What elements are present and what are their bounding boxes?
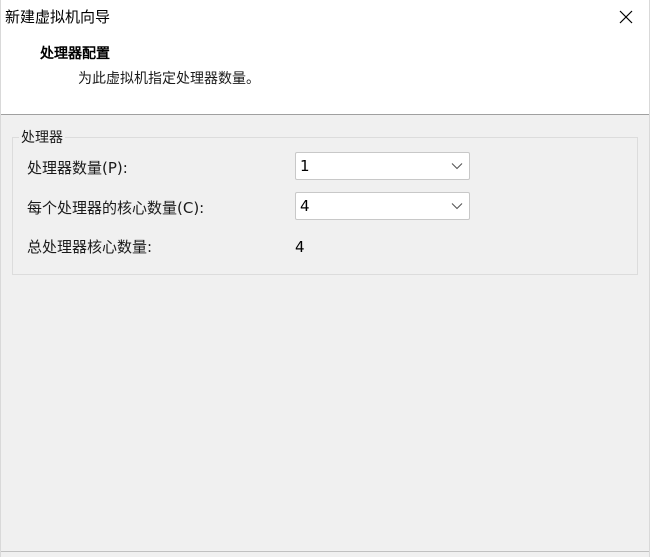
total-cores-value: 4 bbox=[295, 238, 305, 256]
total-cores-label: 总处理器核心数量: bbox=[27, 238, 153, 256]
cores-per-processor-value: 4 bbox=[300, 197, 310, 215]
processor-groupbox: 处理器 处理器数量(P): 1 每个处理器的核心数量(C): 4 总处理器核心数… bbox=[12, 129, 638, 275]
page-title: 处理器配置 bbox=[40, 46, 110, 62]
processor-count-value: 1 bbox=[300, 157, 310, 175]
processor-group-legend: 处理器 bbox=[19, 129, 65, 147]
cores-per-processor-select[interactable]: 4 bbox=[295, 192, 470, 220]
bottom-divider bbox=[1, 551, 649, 552]
close-button[interactable] bbox=[603, 0, 649, 34]
wizard-header: 处理器配置 为此虚拟机指定处理器数量。 bbox=[1, 34, 649, 115]
processor-count-label: 处理器数量(P): bbox=[27, 159, 128, 177]
chevron-down-icon bbox=[451, 203, 463, 210]
close-icon bbox=[619, 10, 633, 24]
new-vm-wizard-window: 新建虚拟机向导 处理器配置 为此虚拟机指定处理器数量。 处理器 处理器数量(P)… bbox=[0, 0, 650, 557]
cores-per-processor-label: 每个处理器的核心数量(C): bbox=[27, 199, 205, 217]
window-title: 新建虚拟机向导 bbox=[5, 8, 111, 26]
processor-count-select[interactable]: 1 bbox=[295, 152, 470, 180]
title-bar: 新建虚拟机向导 bbox=[1, 0, 649, 34]
page-subtitle: 为此虚拟机指定处理器数量。 bbox=[78, 71, 260, 87]
chevron-down-icon bbox=[451, 163, 463, 170]
